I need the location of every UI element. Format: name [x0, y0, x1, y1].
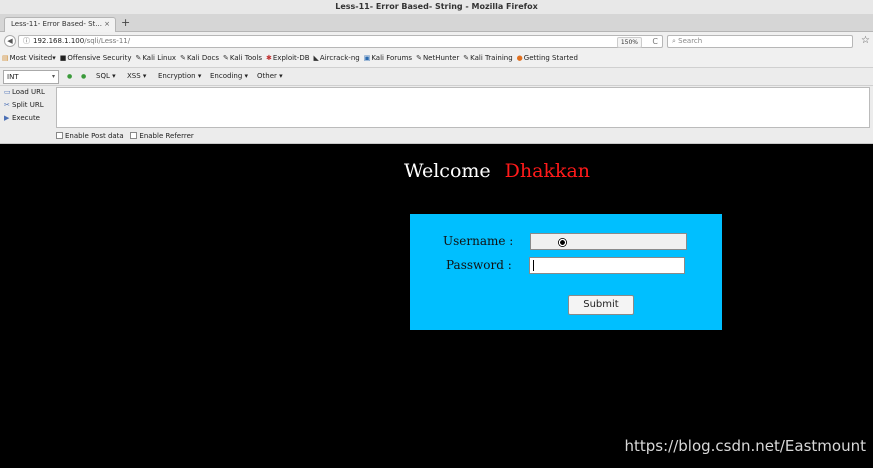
back-icon[interactable]: ◀: [4, 35, 16, 47]
chevron-down-icon: ▾: [52, 54, 56, 62]
tab-label: Less-11- Error Based- St...: [11, 20, 102, 28]
bookmark-item[interactable]: ▣Kali Forums: [364, 50, 412, 67]
bookmark-label: Exploit-DB: [272, 54, 310, 62]
kali-icon: ✎: [223, 54, 229, 62]
bookmark-label: Kali Docs: [186, 54, 219, 62]
folder-icon: ▤: [2, 54, 9, 62]
kali-icon: ✎: [416, 54, 422, 62]
increment-icon[interactable]: ●: [81, 68, 86, 85]
play-icon: ▶: [4, 114, 10, 122]
submit-button[interactable]: Submit: [568, 295, 634, 315]
navigation-bar: ◀ ⓘ 192.168.1.100/sqli/Less-11/ 150% C ⌕ …: [0, 32, 873, 50]
text-caret: [533, 260, 534, 271]
password-input[interactable]: [529, 257, 685, 274]
welcome-heading: Welcome Dhakkan: [404, 160, 590, 182]
bookmark-item[interactable]: ◣Aircrack-ng: [314, 50, 360, 67]
url-path: /sqli/Less-11/: [84, 37, 131, 45]
username-input[interactable]: [530, 233, 687, 250]
load-url-icon: ▭: [4, 88, 11, 96]
bookmark-label: Getting Started: [523, 54, 578, 62]
bookmark-item[interactable]: ✎Kali Training: [463, 50, 512, 67]
bookmarks-bar: ▤Most Visited▾ ■Offensive Security ✎Kali L…: [0, 50, 873, 67]
menu-xss[interactable]: XSS ▾: [127, 68, 146, 85]
bookmark-item[interactable]: ✱Exploit-DB: [266, 50, 310, 67]
reload-icon[interactable]: C: [652, 36, 658, 47]
firefox-icon: ●: [516, 54, 523, 62]
url-bar[interactable]: ⓘ 192.168.1.100/sqli/Less-11/ 150% C: [18, 35, 663, 48]
bookmark-item[interactable]: ■Offensive Security: [60, 50, 132, 67]
welcome-name: Dhakkan: [504, 160, 591, 182]
bookmark-item[interactable]: ▤Most Visited▾: [2, 50, 56, 67]
kali-icon: ✎: [135, 54, 142, 62]
bookmark-label: Aircrack-ng: [319, 54, 360, 62]
int-select[interactable]: INT ▾: [3, 70, 59, 84]
busy-cursor-icon: [558, 238, 567, 247]
hackbar-url-textarea[interactable]: [56, 87, 870, 128]
bookmark-item[interactable]: ✎Kali Docs: [180, 50, 219, 67]
chevron-down-icon: ▾: [51, 73, 55, 80]
bookmark-label: Offensive Security: [67, 54, 132, 62]
password-label: Password :: [446, 258, 512, 272]
close-icon[interactable]: ×: [104, 18, 110, 31]
aircrack-icon: ◣: [313, 54, 319, 62]
username-label: Username :: [443, 234, 514, 248]
search-placeholder: Search: [678, 37, 703, 45]
bookmark-item[interactable]: ✎Kali Tools: [223, 50, 262, 67]
welcome-text: Welcome: [404, 160, 491, 182]
decrement-icon[interactable]: ●: [67, 68, 72, 85]
exploitdb-icon: ✱: [266, 54, 272, 62]
execute-button[interactable]: ▶ Execute: [4, 112, 40, 124]
tab-less-11[interactable]: Less-11- Error Based- St... ×: [4, 17, 116, 32]
hackbar-toolbar: INT ▾ ● ● SQL ▾ XSS ▾ Encryption ▾ Encod…: [0, 67, 873, 86]
bookmark-label: Most Visited: [9, 54, 53, 62]
window-title: Less-11- Error Based- String - Mozilla F…: [0, 0, 873, 14]
kali-icon: ✎: [463, 54, 470, 62]
bookmark-item[interactable]: ●Getting Started: [517, 50, 578, 67]
bookmark-label: Kali Training: [470, 54, 513, 62]
bookmark-label: Kali Linux: [142, 54, 177, 62]
scissors-icon: ✂: [4, 101, 10, 109]
int-select-value: INT: [7, 73, 19, 81]
menu-encryption[interactable]: Encryption ▾: [158, 68, 201, 85]
menu-other[interactable]: Other ▾: [257, 68, 283, 85]
forums-icon: ▣: [363, 54, 371, 62]
new-tab-button[interactable]: +: [121, 16, 130, 30]
tab-strip: Less-11- Error Based- St... × +: [0, 14, 873, 32]
bookmark-label: Kali Forums: [371, 54, 413, 62]
menu-sql[interactable]: SQL ▾: [96, 68, 116, 85]
menu-encoding[interactable]: Encoding ▾: [210, 68, 248, 85]
bookmark-label: NetHunter: [422, 54, 460, 62]
hackbar-options: Enable Post data Enable Referrer: [56, 130, 194, 142]
hackbar-panel: ▭Load URL ✂ Split URL ▶ Execute Enable Pos…: [0, 86, 873, 144]
load-url-button[interactable]: ▭Load URL: [4, 86, 45, 98]
login-form: Username : Password : Submit: [410, 214, 722, 330]
enable-referrer-checkbox[interactable]: Enable Referrer: [130, 132, 194, 140]
kali-icon: ✎: [180, 54, 186, 62]
url-host: 192.168.1.100: [33, 37, 85, 45]
info-icon[interactable]: ⓘ: [23, 37, 30, 45]
enable-post-data-checkbox[interactable]: Enable Post data: [56, 132, 124, 140]
bookmark-star-icon[interactable]: ☆: [861, 35, 870, 47]
search-input[interactable]: ⌕ Search: [667, 35, 853, 48]
bookmark-item[interactable]: ✎Kali Linux: [135, 50, 176, 67]
bookmark-label: Kali Tools: [229, 54, 262, 62]
watermark: https://blog.csdn.net/Eastmount: [624, 437, 866, 455]
offsec-icon: ■: [59, 54, 67, 62]
split-url-button[interactable]: ✂ Split URL: [4, 99, 44, 111]
zoom-level[interactable]: 150%: [616, 37, 642, 48]
bookmark-item[interactable]: ✎NetHunter: [416, 50, 459, 67]
